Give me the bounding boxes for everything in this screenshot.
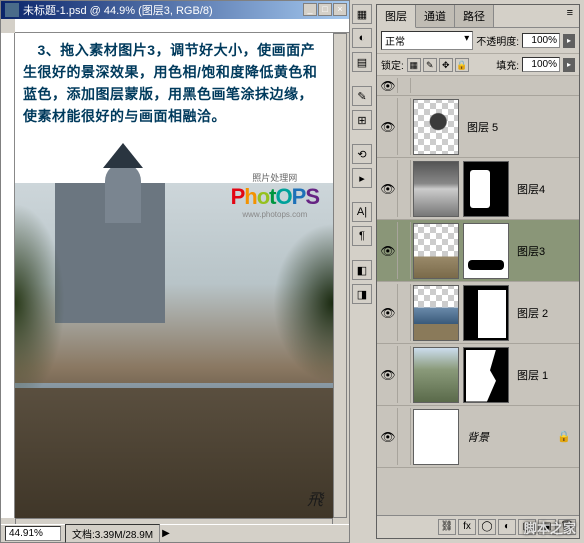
adjustment-icon[interactable]: ◐: [498, 519, 516, 535]
layer-thumbnail[interactable]: [413, 409, 459, 465]
layers-panel: 图层 通道 路径 ≡ 正常▾ 不透明度: 100% ▸ 锁定: ▦ ✎ ✥ 🔒 …: [376, 4, 580, 539]
tools-column: ▦ ◐ ▤ ✎ ⊞ ⟲ ▸ A| ¶ ◧ ◨: [352, 4, 374, 304]
opacity-input[interactable]: 100%: [522, 33, 560, 48]
signature: 飛: [307, 486, 323, 510]
composite-image: 飛: [15, 183, 333, 518]
logo-text: PhotOPS: [231, 184, 319, 210]
layer-thumbnail[interactable]: [413, 347, 459, 403]
layer-thumbnail[interactable]: [413, 285, 459, 341]
visibility-eye-icon[interactable]: 👁: [379, 244, 397, 258]
visibility-eye-icon[interactable]: 👁: [379, 368, 397, 382]
visibility-eye-icon[interactable]: 👁: [379, 182, 397, 196]
fill-slider-icon[interactable]: ▸: [563, 58, 575, 72]
visibility-eye-icon[interactable]: 👁: [379, 120, 397, 134]
swatches-icon[interactable]: ▤: [352, 52, 372, 72]
file-size-info[interactable]: 文档:3.39M/28.9M: [65, 524, 160, 543]
link-column[interactable]: [397, 222, 411, 279]
photops-logo: 照片处理网 PhotOPS www.photops.com: [231, 171, 319, 219]
ruler-vertical[interactable]: [1, 33, 15, 518]
layers-icon[interactable]: ◧: [352, 260, 372, 280]
lock-transparency-icon[interactable]: ▦: [407, 58, 421, 72]
tab-layers[interactable]: 图层: [377, 5, 416, 28]
layer-row[interactable]: 👁 图层 2: [377, 282, 579, 344]
layer-row-partial[interactable]: 👁: [377, 76, 579, 96]
lock-icon: 🔒: [557, 430, 571, 443]
close-button[interactable]: ×: [333, 3, 347, 16]
site-watermark: 脚本之家: [524, 518, 576, 537]
link-column[interactable]: [397, 98, 411, 155]
layer-row[interactable]: 👁 图层 5: [377, 96, 579, 158]
layer-thumbnail[interactable]: [413, 223, 459, 279]
zoom-input[interactable]: 44.91%: [5, 526, 61, 541]
brush-icon[interactable]: ✎: [352, 86, 372, 106]
layer-name[interactable]: 背景: [467, 429, 489, 445]
fill-label: 填充:: [496, 57, 519, 72]
layer-name[interactable]: 图层 5: [467, 119, 498, 135]
statusbar: 44.91% 文档:3.39M/28.9M ▶: [1, 524, 349, 542]
blend-mode-select[interactable]: 正常▾: [381, 31, 473, 50]
tutorial-text: 3、拖入素材图片3，调节好大小，使画面产生很好的景深效果，用色相/饱和度降低黄色…: [23, 39, 325, 127]
paragraph-icon[interactable]: ¶: [352, 226, 372, 246]
fill-input[interactable]: 100%: [522, 57, 560, 72]
layers-list: 👁 👁 图层 5 👁 图层4 👁 图层3 👁: [377, 76, 579, 515]
opacity-label: 不透明度:: [476, 33, 519, 48]
lock-all-icon[interactable]: 🔒: [455, 58, 469, 72]
link-column[interactable]: [397, 160, 411, 217]
ps-icon: [5, 3, 19, 17]
layer-thumbnail[interactable]: [413, 99, 459, 155]
tab-paths[interactable]: 路径: [455, 5, 494, 27]
link-layers-icon[interactable]: ⛓: [438, 519, 456, 535]
channels-icon[interactable]: ◨: [352, 284, 372, 304]
color-icon[interactable]: ◐: [352, 28, 372, 48]
link-column[interactable]: [397, 346, 411, 403]
link-column[interactable]: [397, 408, 411, 465]
layer-name[interactable]: 图层4: [517, 181, 545, 197]
navigator-icon[interactable]: ▦: [352, 4, 372, 24]
layer-row[interactable]: 👁 图层3: [377, 220, 579, 282]
tab-channels[interactable]: 通道: [416, 5, 455, 27]
clone-icon[interactable]: ⊞: [352, 110, 372, 130]
status-arrow-icon[interactable]: ▶: [162, 528, 170, 539]
lock-position-icon[interactable]: ✥: [439, 58, 453, 72]
lock-paint-icon[interactable]: ✎: [423, 58, 437, 72]
layer-name[interactable]: 图层 2: [517, 305, 548, 321]
titlebar[interactable]: 未标题-1.psd @ 44.9% (图层3, RGB/8) _ □ ×: [1, 1, 349, 19]
document-title: 未标题-1.psd @ 44.9% (图层3, RGB/8): [23, 2, 213, 18]
ruler-horizontal[interactable]: [15, 19, 349, 33]
layer-row[interactable]: 👁 背景 🔒: [377, 406, 579, 468]
canvas[interactable]: 飛 3、拖入素材图片3，调节好大小，使画面产生很好的景深效果，用色相/饱和度降低…: [15, 33, 333, 518]
panel-tabs: 图层 通道 路径 ≡: [377, 5, 579, 28]
document-window: 未标题-1.psd @ 44.9% (图层3, RGB/8) _ □ × 飛 3…: [0, 0, 350, 543]
logo-tagline: 照片处理网: [231, 171, 319, 184]
link-column[interactable]: [397, 284, 411, 341]
layer-row[interactable]: 👁 图层 1: [377, 344, 579, 406]
add-mask-icon[interactable]: ◯: [478, 519, 496, 535]
minimize-button[interactable]: _: [303, 3, 317, 16]
character-icon[interactable]: A|: [352, 202, 372, 222]
fx-icon[interactable]: fx: [458, 519, 476, 535]
layer-name[interactable]: 图层3: [517, 243, 545, 259]
scrollbar-vertical[interactable]: [333, 33, 347, 518]
actions-icon[interactable]: ▸: [352, 168, 372, 188]
lock-label: 锁定:: [381, 57, 404, 72]
layer-mask-thumbnail[interactable]: [463, 347, 509, 403]
layer-mask-thumbnail[interactable]: [463, 161, 509, 217]
opacity-slider-icon[interactable]: ▸: [563, 34, 575, 48]
maximize-button[interactable]: □: [318, 3, 332, 16]
logo-url: www.photops.com: [231, 210, 319, 219]
visibility-eye-icon[interactable]: 👁: [379, 306, 397, 320]
panel-menu-icon[interactable]: ≡: [561, 5, 579, 27]
layer-mask-thumbnail[interactable]: [463, 223, 509, 279]
layer-row[interactable]: 👁 图层4: [377, 158, 579, 220]
visibility-eye-icon[interactable]: 👁: [379, 430, 397, 444]
layer-name[interactable]: 图层 1: [517, 367, 548, 383]
history-icon[interactable]: ⟲: [352, 144, 372, 164]
canvas-content: 飛 3、拖入素材图片3，调节好大小，使画面产生很好的景深效果，用色相/饱和度降低…: [15, 33, 333, 518]
visibility-eye-icon[interactable]: 👁: [379, 79, 397, 93]
layer-mask-thumbnail[interactable]: [463, 285, 509, 341]
layer-thumbnail[interactable]: [413, 161, 459, 217]
